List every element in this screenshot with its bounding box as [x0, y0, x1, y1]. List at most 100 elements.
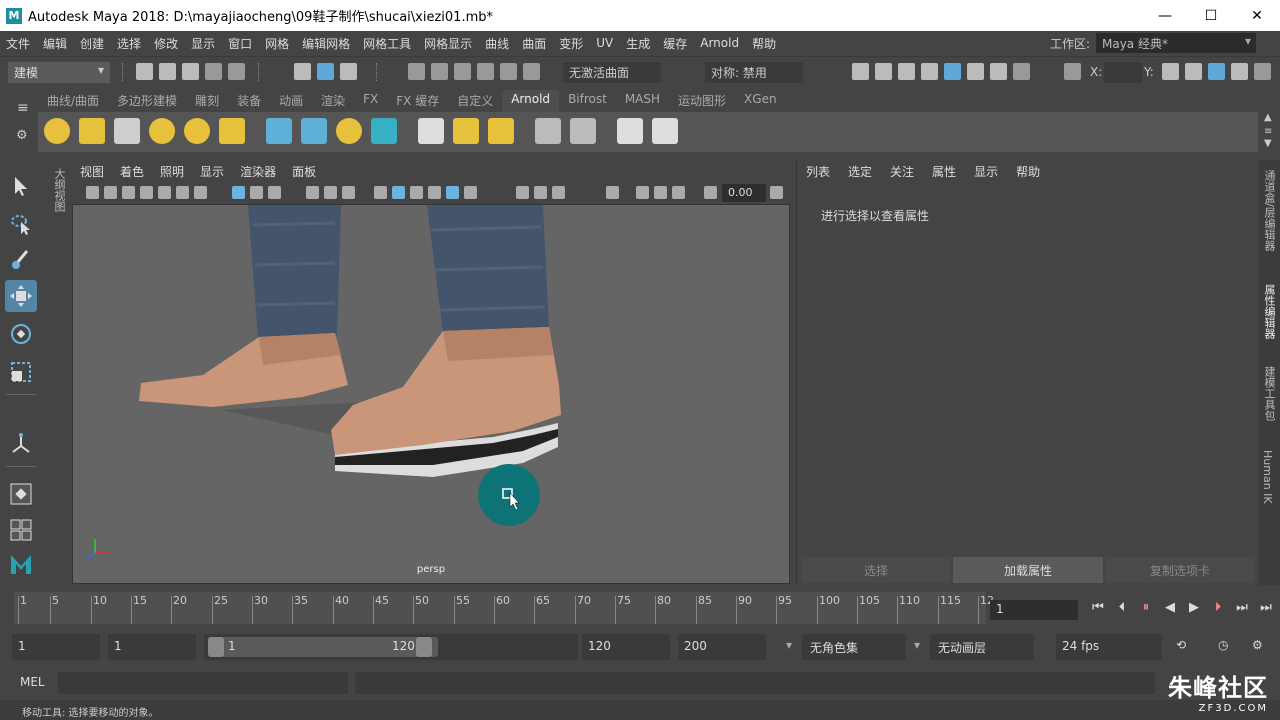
anim-end-field[interactable]: 200 — [678, 634, 766, 660]
channel-box-toggle-icon[interactable] — [1254, 63, 1271, 80]
character-set-select[interactable]: 无角色集 — [786, 634, 906, 660]
shadows-icon[interactable] — [464, 186, 477, 199]
menu-surfaces[interactable]: 曲面 — [516, 35, 553, 52]
flush-cache-icon[interactable] — [418, 118, 444, 144]
menu-windows[interactable]: 窗口 — [222, 35, 259, 52]
menu-modify[interactable]: 修改 — [148, 35, 185, 52]
current-frame-field[interactable]: 1 — [990, 600, 1078, 620]
transform-input-icon[interactable] — [1064, 63, 1081, 80]
ambient-occlusion-icon[interactable] — [516, 186, 529, 199]
safe-action-icon[interactable] — [268, 186, 281, 199]
go-to-end-icon[interactable]: ⏭ — [1254, 600, 1278, 620]
menu-edit[interactable]: 编辑 — [37, 35, 74, 52]
tab-animation[interactable]: 动画 — [270, 90, 312, 112]
step-back-key-icon[interactable]: ⏴ — [1110, 600, 1134, 620]
exposure-field[interactable]: 0.00 — [722, 184, 766, 202]
attr-menu-selected[interactable]: 选定 — [839, 163, 881, 180]
smooth-shade-icon[interactable] — [392, 186, 405, 199]
tab-rigging[interactable]: 装备 — [228, 90, 270, 112]
move-tool-icon[interactable] — [5, 280, 37, 312]
select-button[interactable]: 选择 — [801, 557, 951, 583]
scale-tool-icon[interactable] — [5, 356, 37, 388]
volume-icon[interactable] — [301, 118, 327, 144]
loop-icon[interactable]: ⟲ — [1176, 638, 1186, 652]
menu-curves[interactable]: 曲线 — [479, 35, 516, 52]
attr-menu-focus[interactable]: 关注 — [881, 163, 923, 180]
license-icon[interactable] — [535, 118, 561, 144]
grease-pencil-icon[interactable] — [194, 186, 207, 199]
xray-active-icon[interactable] — [672, 186, 685, 199]
menu-select[interactable]: 选择 — [111, 35, 148, 52]
maximize-button[interactable]: ☐ — [1188, 0, 1234, 31]
menu-cache[interactable]: 缓存 — [657, 35, 694, 52]
shelf-scroll[interactable]: ▲ ≡ ▼ — [1258, 112, 1280, 152]
gate-mask-icon[interactable] — [306, 186, 319, 199]
tab-curves-surfaces[interactable]: 曲线/曲面 — [38, 90, 108, 112]
hud-icon[interactable] — [342, 186, 355, 199]
outliner-label[interactable]: 大纲视图 — [51, 168, 67, 212]
skydome-icon[interactable] — [149, 118, 175, 144]
chevron-up-icon[interactable]: ▲ — [1264, 112, 1272, 123]
step-forward-frame-icon[interactable]: ⏵ — [1206, 600, 1230, 620]
range-start-handle[interactable] — [208, 637, 224, 657]
time-ruler[interactable]: 1 5 10 15 20 25 30 35 40 45 50 55 60 65 70 75 80 85 90 95 10… — [14, 592, 994, 624]
tab-attribute-editor[interactable]: 属性编辑器 — [1261, 284, 1277, 339]
field-chart-icon[interactable] — [250, 186, 263, 199]
range-end-handle[interactable] — [416, 637, 432, 657]
snap-curve-icon[interactable] — [431, 63, 448, 80]
safe-title-icon[interactable] — [324, 186, 337, 199]
textured-icon[interactable] — [428, 186, 441, 199]
snap-grid-icon[interactable] — [408, 63, 425, 80]
hypershade-icon[interactable] — [921, 63, 938, 80]
undo-icon[interactable] — [205, 63, 222, 80]
panel-menu-view[interactable]: 视图 — [72, 163, 112, 180]
copy-tab-button[interactable]: 复制选项卡 — [1105, 557, 1255, 583]
curve-collector-icon[interactable] — [336, 118, 362, 144]
workspace-select[interactable]: Maya 经典* — [1096, 33, 1256, 53]
tab-modeling-toolkit[interactable]: 建模工具包 — [1261, 366, 1277, 421]
select-camera-icon[interactable] — [86, 186, 99, 199]
wireframe-on-shaded-icon[interactable] — [410, 186, 423, 199]
load-attributes-button[interactable]: 加载属性 — [953, 557, 1103, 583]
tool-settings-icon[interactable] — [1231, 63, 1248, 80]
attr-menu-list[interactable]: 列表 — [797, 163, 839, 180]
tab-bifrost[interactable]: Bifrost — [559, 90, 616, 112]
xray-icon[interactable] — [636, 186, 649, 199]
tab-fx[interactable]: FX — [354, 90, 387, 112]
use-all-lights-icon[interactable] — [446, 186, 459, 199]
camera-attributes-icon[interactable] — [104, 186, 117, 199]
menu-set-select[interactable]: 建模 — [8, 62, 110, 83]
xray-joints-icon[interactable] — [654, 186, 667, 199]
standin-icon[interactable] — [266, 118, 292, 144]
four-view-layout-icon[interactable] — [5, 514, 37, 546]
viewport-persp[interactable]: persp — [72, 204, 790, 584]
new-scene-icon[interactable] — [136, 63, 153, 80]
anti-aliasing-icon[interactable] — [552, 186, 565, 199]
single-perspective-layout-icon[interactable] — [5, 478, 37, 510]
motion-blur-icon[interactable] — [534, 186, 547, 199]
attribute-editor-toggle-icon[interactable] — [1208, 63, 1225, 80]
panel-menu-renderer[interactable]: 渲染器 — [232, 163, 284, 180]
resolution-gate-icon[interactable] — [176, 186, 189, 199]
panel-menu-show[interactable]: 显示 — [192, 163, 232, 180]
render-view-icon[interactable] — [570, 118, 596, 144]
mel-label[interactable]: MEL — [20, 675, 45, 689]
panel-menu-shading[interactable]: 着色 — [112, 163, 152, 180]
tab-xgen[interactable]: XGen — [735, 90, 786, 112]
auto-key-icon[interactable]: ◷ — [1218, 638, 1228, 652]
play-forwards-icon[interactable]: ▶ — [1182, 600, 1206, 620]
attr-menu-attributes[interactable]: 属性 — [923, 163, 965, 180]
open-scene-icon[interactable] — [159, 63, 176, 80]
save-scene-icon[interactable] — [182, 63, 199, 80]
menu-help[interactable]: 帮助 — [746, 35, 783, 52]
end-time-field[interactable]: 120 — [582, 634, 670, 660]
sun-light-icon[interactable] — [44, 118, 70, 144]
gamma-icon[interactable] — [770, 186, 783, 199]
snap-point-icon[interactable] — [454, 63, 471, 80]
exposure-icon[interactable] — [704, 186, 717, 199]
fps-select[interactable]: 24 fps — [1056, 634, 1162, 660]
menu-generate[interactable]: 生成 — [620, 35, 657, 52]
photometric-icon[interactable] — [184, 118, 210, 144]
select-tool-icon[interactable] — [5, 170, 37, 202]
chevron-down-icon[interactable]: ▼ — [1264, 138, 1272, 149]
